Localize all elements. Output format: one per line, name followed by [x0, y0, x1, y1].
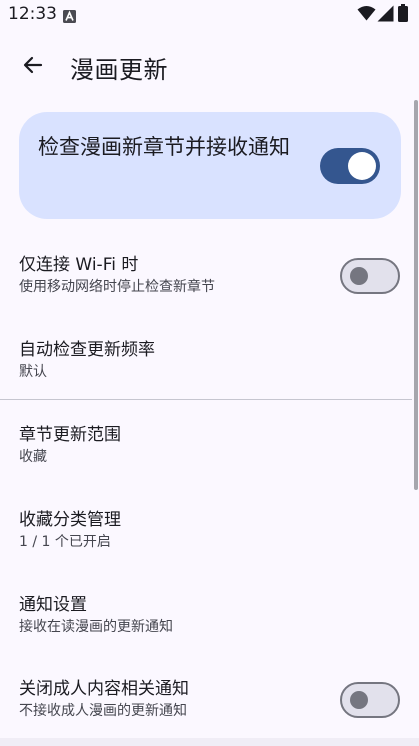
pref-summary: 默认: [19, 364, 47, 380]
pref-summary: 使用移动网络时停止检查新章节: [19, 279, 215, 295]
wifi-only-switch[interactable]: [340, 258, 400, 294]
master-toggle-label: 检查漫画新章节并接收通知: [38, 135, 290, 159]
pref-summary: 不接收成人漫画的更新通知: [19, 703, 187, 719]
pref-notification-settings[interactable]: 通知设置 接收在读漫画的更新通知: [0, 580, 412, 652]
pref-update-scope[interactable]: 章节更新范围 收藏: [0, 410, 412, 482]
master-toggle-card[interactable]: 检查漫画新章节并接收通知: [19, 112, 401, 219]
status-bar: 12:33: [0, 0, 419, 30]
section-divider: [0, 399, 412, 400]
pref-summary: 收藏: [19, 449, 47, 465]
pref-title: 关闭成人内容相关通知: [19, 679, 189, 699]
a-notification-icon: [63, 8, 76, 27]
pref-title: 通知设置: [19, 595, 87, 615]
master-toggle-switch[interactable]: [320, 148, 380, 184]
pref-title: 收藏分类管理: [19, 510, 121, 530]
switch-thumb: [348, 152, 376, 180]
pref-update-frequency[interactable]: 自动检查更新频率 默认: [0, 325, 412, 397]
status-time: 12:33: [8, 4, 57, 24]
pref-title: 仅连接 Wi-Fi 时: [19, 255, 139, 275]
scrollbar[interactable]: [414, 100, 418, 490]
nsfw-notifications-switch[interactable]: [340, 682, 400, 718]
battery-icon: [398, 4, 408, 26]
switch-thumb: [350, 691, 368, 709]
wifi-icon: [357, 5, 376, 25]
pref-summary: 接收在读漫画的更新通知: [19, 619, 173, 635]
pref-title: 章节更新范围: [19, 425, 121, 445]
page-title: 漫画更新: [70, 56, 168, 84]
top-app-bar: 漫画更新: [0, 34, 419, 98]
signal-icon: [377, 5, 394, 26]
pref-summary: 1 / 1 个已开启: [19, 534, 111, 550]
pref-category-management[interactable]: 收藏分类管理 1 / 1 个已开启: [0, 495, 412, 567]
navigation-bar: [0, 738, 419, 746]
switch-thumb: [350, 267, 368, 285]
pref-wifi-only[interactable]: 仅连接 Wi-Fi 时 使用移动网络时停止检查新章节: [0, 240, 412, 312]
back-button[interactable]: [12, 44, 54, 86]
arrow-left-icon: [23, 56, 43, 74]
pref-title: 自动检查更新频率: [19, 340, 155, 360]
pref-nsfw-notifications[interactable]: 关闭成人内容相关通知 不接收成人漫画的更新通知: [0, 664, 412, 736]
